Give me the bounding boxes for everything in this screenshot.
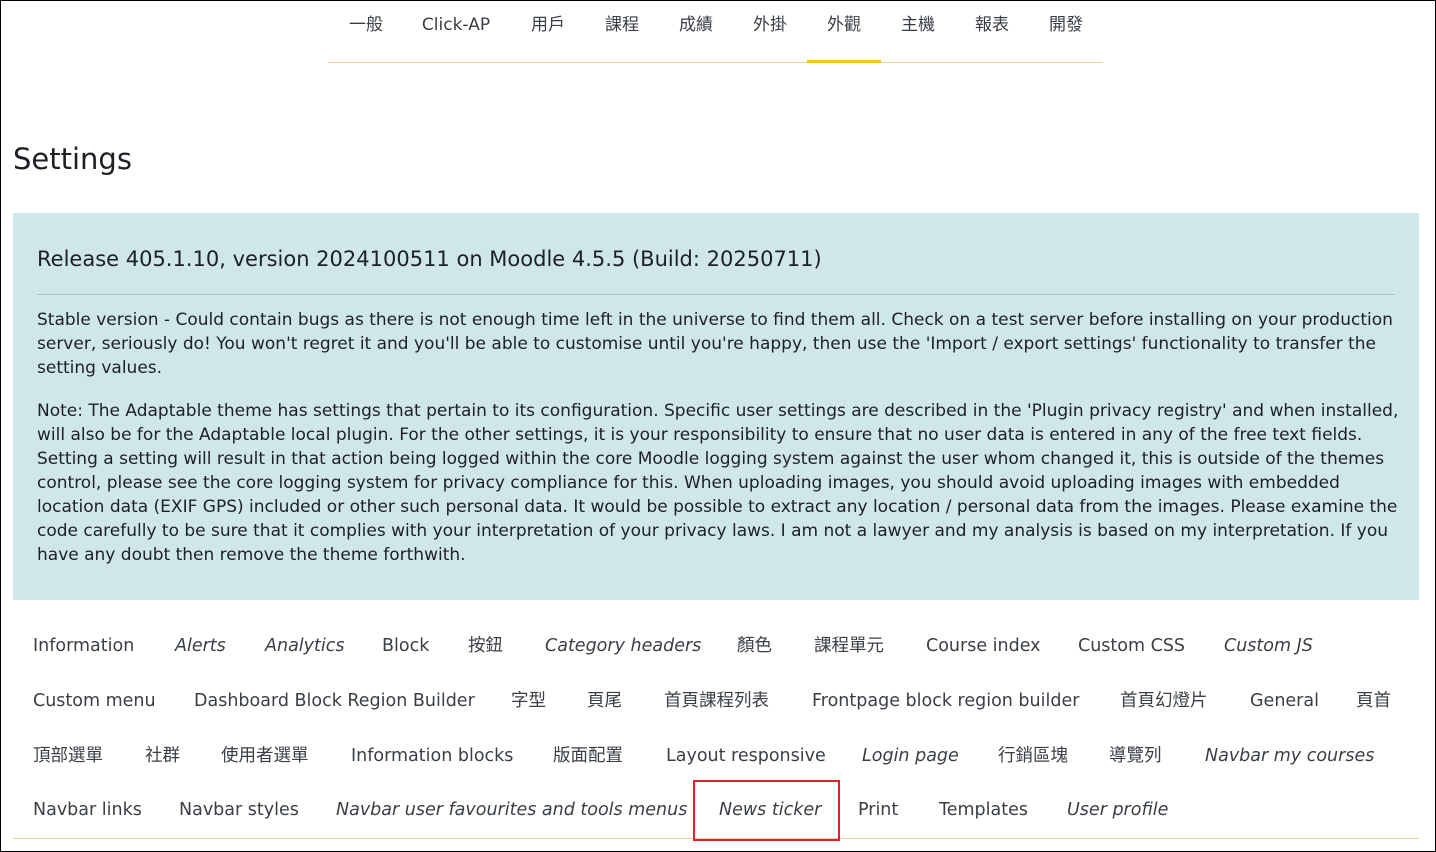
tab-development[interactable]: 開發: [1046, 0, 1086, 62]
news-ticker-highlight: [693, 780, 840, 841]
stab-social[interactable]: 社群: [145, 744, 180, 768]
stab-alerts[interactable]: Alerts: [175, 634, 226, 658]
tab-users[interactable]: 用戶: [528, 0, 568, 62]
info-divider: [37, 294, 1395, 295]
stab-navbar[interactable]: 導覽列: [1109, 744, 1162, 768]
stab-navbar-my-courses[interactable]: Navbar my courses: [1205, 744, 1374, 768]
stab-frontpage-course-list[interactable]: 首頁課程列表: [664, 689, 769, 713]
admin-top-tabs: 一般 Click-AP 用戶 課程 成績 外掛 外觀 主機 報表 開發: [328, 0, 1103, 63]
stab-navbar-styles[interactable]: Navbar styles: [179, 798, 299, 822]
stab-print[interactable]: Print: [858, 798, 898, 822]
stab-layout[interactable]: 版面配置: [553, 744, 623, 768]
stab-block[interactable]: Block: [382, 634, 429, 658]
tab-grades[interactable]: 成績: [676, 0, 716, 62]
stab-header[interactable]: 頁首: [1356, 689, 1391, 713]
stab-templates[interactable]: Templates: [939, 798, 1028, 822]
stab-category-headers[interactable]: Category headers: [545, 634, 701, 658]
stab-analytics[interactable]: Analytics: [265, 634, 344, 658]
stab-colors[interactable]: 顏色: [737, 634, 772, 658]
stab-navbar-links[interactable]: Navbar links: [33, 798, 142, 822]
stab-general[interactable]: General: [1250, 689, 1319, 713]
stab-information-blocks[interactable]: Information blocks: [351, 744, 513, 768]
stab-top-menus[interactable]: 頂部選單: [33, 744, 103, 768]
privacy-note: Note: The Adaptable theme has settings t…: [37, 401, 1399, 565]
stab-user-menu[interactable]: 使用者選單: [221, 744, 309, 768]
stab-buttons[interactable]: 按鈕: [468, 634, 503, 658]
stab-dashboard-block-region-builder[interactable]: Dashboard Block Region Builder: [194, 689, 475, 713]
tab-click-ap[interactable]: Click-AP: [420, 0, 492, 62]
stab-frontpage-slider[interactable]: 首頁幻燈片: [1120, 689, 1208, 713]
stab-marketing-blocks[interactable]: 行銷區塊: [998, 744, 1068, 768]
tab-plugins[interactable]: 外掛: [750, 0, 790, 62]
stab-login-page[interactable]: Login page: [862, 744, 959, 768]
release-info-box: Release 405.1.10, version 2024100511 on …: [13, 213, 1419, 600]
stable-version-note: Stable version - Could contain bugs as t…: [37, 310, 1393, 378]
stab-custom-css[interactable]: Custom CSS: [1078, 634, 1185, 658]
stab-course-sections[interactable]: 課程單元: [814, 634, 884, 658]
stab-navbar-user-favourites[interactable]: Navbar user favourites and tools menus: [336, 798, 687, 822]
stab-custom-menu[interactable]: Custom menu: [33, 689, 156, 713]
stab-custom-js[interactable]: Custom JS: [1224, 634, 1313, 658]
page-title: Settings: [13, 142, 132, 176]
tab-reports[interactable]: 報表: [972, 0, 1012, 62]
tab-server[interactable]: 主機: [898, 0, 938, 62]
stab-layout-responsive[interactable]: Layout responsive: [666, 744, 826, 768]
tab-appearance[interactable]: 外觀: [807, 0, 881, 63]
tab-courses[interactable]: 課程: [602, 0, 642, 62]
stab-information[interactable]: Information: [33, 634, 134, 658]
stab-footer[interactable]: 頁尾: [587, 689, 622, 713]
stab-user-profile[interactable]: User profile: [1067, 798, 1168, 822]
stab-frontpage-block-region-builder[interactable]: Frontpage block region builder: [812, 689, 1079, 713]
stab-course-index[interactable]: Course index: [926, 634, 1041, 658]
tab-general[interactable]: 一般: [346, 0, 386, 62]
stab-fonts[interactable]: 字型: [511, 689, 546, 713]
release-heading: Release 405.1.10, version 2024100511 on …: [37, 247, 822, 271]
